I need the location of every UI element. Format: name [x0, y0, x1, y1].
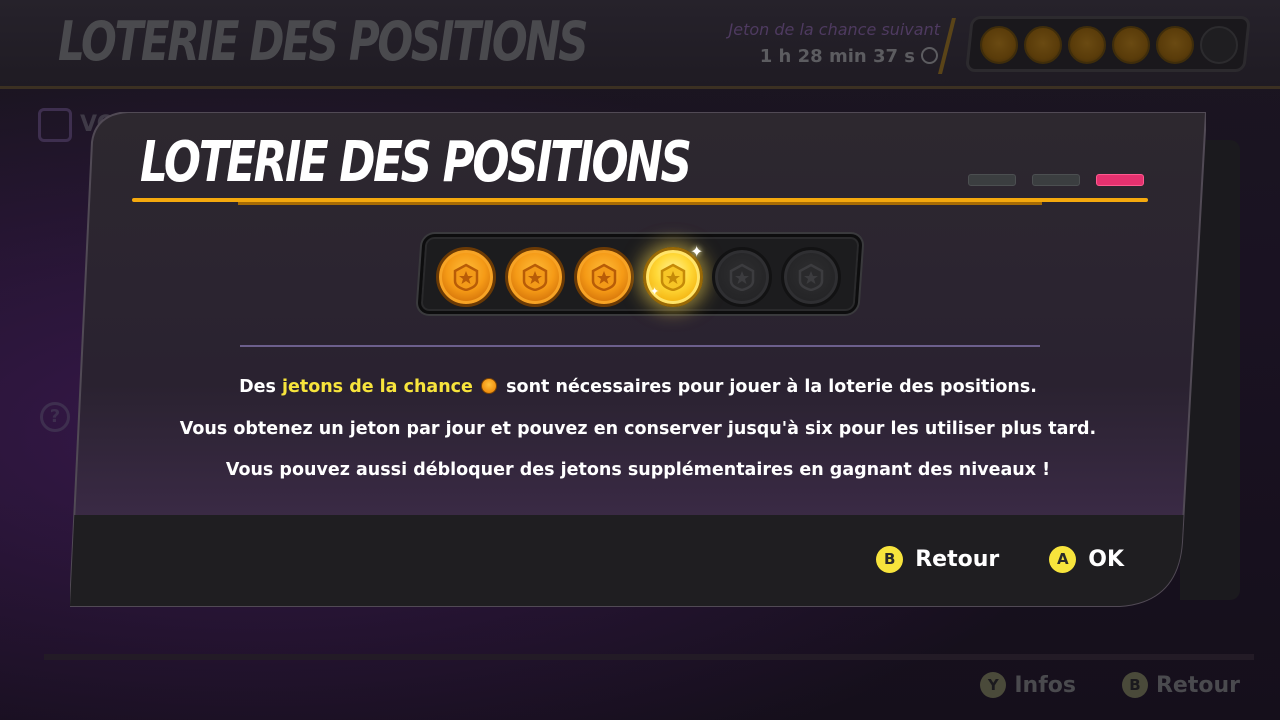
dialog-title: LOTERIE DES POSITIONS — [140, 130, 692, 195]
background-token-empty-icon — [1200, 26, 1238, 64]
token-empty-icon — [712, 247, 772, 307]
background-token-icon — [980, 26, 1018, 64]
lucky-token-icon — [481, 378, 498, 394]
background-page-title: LOTERIE DES POSITIONS — [58, 10, 589, 73]
lucky-token-term: jetons de la chance — [281, 377, 473, 397]
content-divider — [240, 345, 1040, 347]
sparkle-icon: ✦ — [650, 285, 660, 298]
lottery-info-dialog: LOTERIE DES POSITIONS ✦ ✦ Des jetons de … — [70, 112, 1206, 608]
message-line-3: Vous pouvez aussi débloquer des jetons s… — [225, 460, 1051, 480]
next-token-label: Jeton de la chance suivant — [728, 20, 941, 39]
retour-button[interactable]: B Retour — [876, 546, 999, 573]
background-token-icon — [1112, 26, 1150, 64]
message-line-1: Des jetons de la chance sont nécessaires… — [70, 377, 1206, 397]
y-button-icon: Y — [980, 672, 1007, 698]
token-icon — [436, 247, 496, 307]
title-underline-shadow — [238, 202, 1042, 205]
a-button-icon: A — [1049, 546, 1077, 573]
next-token-timer: 1 h 28 min 37 s — [760, 46, 938, 67]
dialog-actions: B Retour A OK — [876, 546, 1124, 573]
message-line-1-start: Des — [239, 377, 282, 397]
retour-button-label: Retour — [915, 547, 1000, 572]
background-token-icon — [1156, 26, 1194, 64]
page-indicator-3-active — [1096, 174, 1144, 186]
star-shield-icon — [798, 263, 824, 291]
page-indicator-2 — [1032, 174, 1080, 186]
b-button-icon: B — [876, 546, 904, 573]
ok-button-label: OK — [1088, 547, 1124, 572]
message-line-1-end: sont nécessaires pour jouer à la loterie… — [500, 377, 1037, 397]
sparkle-icon: ✦ — [690, 242, 704, 261]
background-help-icon: ? — [40, 402, 70, 432]
background-header: LOTERIE DES POSITIONS Jeton de la chance… — [0, 0, 1280, 89]
ok-button[interactable]: A OK — [1049, 546, 1124, 573]
message-line-2: Vous obtenez un jeton par jour et pouvez… — [179, 419, 1097, 439]
background-footer: Y Infos B Retour — [980, 672, 1240, 698]
background-token-icon — [1024, 26, 1062, 64]
background-infos-label: Infos — [1014, 672, 1076, 698]
star-shield-icon — [660, 263, 686, 291]
background-retour-button: B Retour — [1121, 672, 1240, 698]
stopwatch-icon — [921, 47, 938, 64]
background-bottom-bar — [44, 654, 1254, 660]
background-mode-icon — [38, 108, 72, 142]
star-shield-icon — [453, 263, 479, 291]
page-indicator-1 — [968, 174, 1016, 186]
background-retour-label: Retour — [1155, 672, 1240, 698]
background-token-icon — [1068, 26, 1106, 64]
star-shield-icon — [729, 263, 755, 291]
next-token-timer-value: 1 h 28 min 37 s — [759, 46, 915, 67]
header-divider — [938, 18, 956, 74]
star-shield-icon — [591, 263, 617, 291]
token-empty-icon — [781, 247, 841, 307]
token-icon — [574, 247, 634, 307]
token-icon — [505, 247, 565, 307]
background-infos-button: Y Infos — [980, 672, 1076, 698]
star-shield-icon — [522, 263, 548, 291]
b-button-icon: B — [1121, 672, 1148, 698]
